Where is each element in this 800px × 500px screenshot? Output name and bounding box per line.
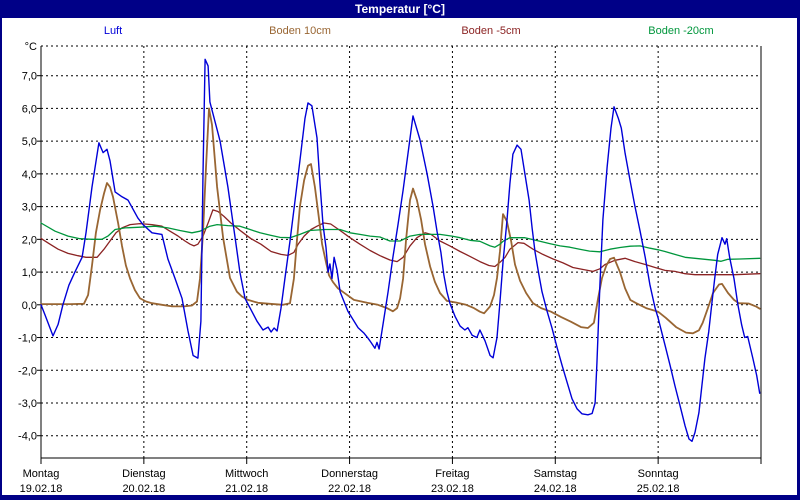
y-tick-label: -2,0 bbox=[18, 365, 37, 377]
x-day-label: Freitag bbox=[435, 468, 469, 480]
y-tick-label: -1,0 bbox=[18, 333, 37, 345]
y-tick-label: 4,0 bbox=[22, 169, 37, 181]
x-date-label: 21.02.18 bbox=[225, 483, 268, 495]
x-day-label: Dienstag bbox=[122, 468, 165, 480]
x-date-label: 19.02.18 bbox=[20, 483, 63, 495]
x-day-label: Montag bbox=[23, 468, 60, 480]
series-line-boden-5cm bbox=[40, 209, 761, 276]
x-date-label: 20.02.18 bbox=[122, 483, 165, 495]
y-tick-label: -4,0 bbox=[18, 431, 37, 443]
x-day-label: Sonntag bbox=[638, 468, 679, 480]
x-day-label: Mittwoch bbox=[225, 468, 268, 480]
y-tick-label: 3,0 bbox=[22, 202, 37, 214]
x-date-label: 22.02.18 bbox=[328, 483, 371, 495]
series-line-luft bbox=[40, 58, 761, 442]
x-date-label: 24.02.18 bbox=[534, 483, 577, 495]
y-tick-label: 1,0 bbox=[22, 267, 37, 279]
x-day-label: Donnerstag bbox=[321, 468, 378, 480]
plot-area[interactable]: °C 7,0 6,0 5,0 4,0 3,0 2,0 1,0 0,0 -1,0 -2,0 -3,0 -4… bbox=[0, 0, 800, 500]
x-date-label: 25.02.18 bbox=[637, 483, 680, 495]
x-date-label: 23.02.18 bbox=[431, 483, 474, 495]
y-tick-label: 0,0 bbox=[22, 300, 37, 312]
y-tick-label: 6,0 bbox=[22, 103, 37, 115]
y-tick-label: 5,0 bbox=[22, 136, 37, 148]
series-line-boden-10cm bbox=[40, 107, 761, 335]
chart-window: Temperatur [°C] Luft Boden 10cm Boden -5… bbox=[0, 0, 800, 500]
y-tick-label: 7,0 bbox=[22, 71, 37, 83]
y-axis-unit-label: °C bbox=[25, 41, 37, 53]
y-tick-label: 2,0 bbox=[22, 234, 37, 246]
series-line-boden-20cm bbox=[40, 222, 761, 262]
x-day-label: Samstag bbox=[534, 468, 577, 480]
y-tick-label: -3,0 bbox=[18, 398, 37, 410]
